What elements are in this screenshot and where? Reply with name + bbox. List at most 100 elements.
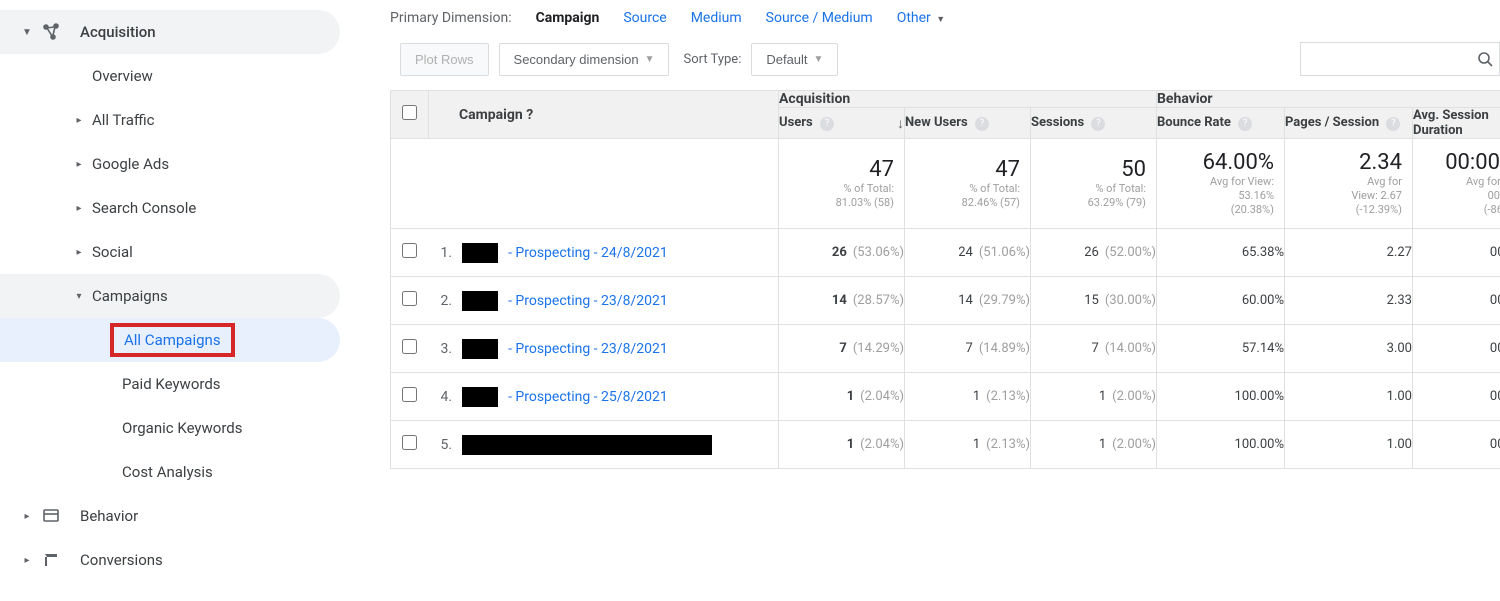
row-checkbox[interactable] [391, 277, 429, 325]
campaign-cell[interactable]: 2.- Prospecting - 23/8/2021 [429, 277, 779, 325]
metric-cell: 1(2.00%) [1031, 373, 1157, 421]
search-input[interactable] [1300, 42, 1500, 76]
caret-right-icon: ▸ [72, 203, 86, 214]
metric-cell: 24(51.06%) [905, 229, 1031, 277]
toolbar: Plot Rows Secondary dimension ▼ Sort Typ… [390, 42, 1500, 90]
campaign-cell[interactable]: 1. - Prospecting - 24/8/2021 [429, 229, 779, 277]
sidebar-item-cost-analysis[interactable]: Cost Analysis [0, 450, 370, 494]
metric-cell: 00:00:00 [1413, 421, 1500, 469]
sidebar-item-social[interactable]: ▸ Social [0, 230, 370, 274]
redacted-block [462, 387, 498, 407]
table-row: 1. - Prospecting - 24/8/2021 26(53.06%)24(… [391, 229, 1500, 277]
campaign-link[interactable]: - Prospecting - 23/8/2021 [508, 341, 668, 357]
sort-type-label: Sort Type: [683, 52, 741, 67]
campaigns-table: Campaign ? Acquisition Behavior Users ? … [390, 90, 1500, 469]
metric-cell: 57.14% [1157, 325, 1285, 373]
group-behavior: Behavior [1157, 91, 1500, 108]
metric-cell: 26(53.06%) [779, 229, 905, 277]
caret-down-icon: ▼ [645, 54, 655, 65]
primary-dimension-row: Primary Dimension: Campaign Source Mediu… [390, 10, 1500, 42]
metric-cell: 14(29.79%) [905, 277, 1031, 325]
dimension-source[interactable]: Source [623, 10, 666, 26]
search-icon [1477, 51, 1493, 67]
campaign-link[interactable]: - Prospecting - 24/8/2021 [508, 245, 668, 261]
metric-cell: 100.00% [1157, 421, 1285, 469]
help-icon[interactable]: ? [1091, 117, 1105, 131]
metric-cell: 1.00 [1285, 373, 1413, 421]
caret-right-icon: ▸ [72, 159, 86, 170]
metric-cell: 00:00:14 [1413, 325, 1500, 373]
behavior-icon [40, 505, 62, 527]
col-bounce-rate[interactable]: Bounce Rate ? [1157, 108, 1285, 139]
row-checkbox[interactable] [391, 229, 429, 277]
sidebar-item-overview[interactable]: Overview [0, 54, 370, 98]
plot-rows-button[interactable]: Plot Rows [400, 43, 489, 76]
metric-cell: 2.33 [1285, 277, 1413, 325]
col-campaign[interactable]: Campaign ? [429, 91, 779, 139]
caret-down-icon: ▾ [72, 291, 86, 302]
sidebar-item-behavior[interactable]: ▸ Behavior [0, 494, 370, 538]
redacted-block [462, 435, 712, 455]
col-users[interactable]: Users ? ↓ [779, 108, 905, 139]
metric-cell: 14(28.57%) [779, 277, 905, 325]
help-icon[interactable]: ? [1238, 117, 1252, 131]
sort-type-dropdown[interactable]: Default ▼ [751, 43, 838, 76]
redacted-block [462, 339, 498, 359]
main-panel: Primary Dimension: Campaign Source Mediu… [370, 0, 1500, 601]
campaign-cell[interactable]: 4.- Prospecting - 25/8/2021 [429, 373, 779, 421]
secondary-dimension-dropdown[interactable]: Secondary dimension ▼ [499, 43, 670, 76]
row-index: 5. [441, 437, 453, 453]
caret-right-icon: ▸ [72, 115, 86, 126]
metric-cell: 7(14.00%) [1031, 325, 1157, 373]
sidebar-item-google-ads[interactable]: ▸ Google Ads [0, 142, 370, 186]
metric-cell: 00:00:00 [1413, 373, 1500, 421]
sidebar-item-campaigns[interactable]: ▾ Campaigns [0, 274, 340, 318]
campaign-cell[interactable]: 3.- Prospecting - 23/8/2021 [429, 325, 779, 373]
metric-cell: 7(14.89%) [905, 325, 1031, 373]
col-new-users[interactable]: New Users ? [905, 108, 1031, 139]
row-index: 1. [441, 245, 453, 261]
dimension-medium[interactable]: Medium [691, 10, 742, 26]
sidebar-item-all-traffic[interactable]: ▸ All Traffic [0, 98, 370, 142]
caret-down-icon: ▼ [936, 15, 945, 25]
metric-cell: 1(2.04%) [779, 373, 905, 421]
col-sessions[interactable]: Sessions ? [1031, 108, 1157, 139]
metric-cell: 3.00 [1285, 325, 1413, 373]
help-icon[interactable]: ? [820, 117, 834, 131]
help-icon[interactable]: ? [1386, 117, 1400, 131]
campaign-link[interactable]: - Prospecting - 25/8/2021 [508, 389, 668, 405]
sort-desc-icon: ↓ [897, 115, 904, 132]
primary-dimension-label: Primary Dimension: [390, 10, 512, 26]
help-icon[interactable]: ? [526, 107, 533, 123]
help-icon[interactable]: ? [975, 117, 989, 131]
campaign-cell[interactable]: 5. [429, 421, 779, 469]
metric-cell: 1(2.13%) [905, 421, 1031, 469]
col-pages-session[interactable]: Pages / Session ? [1285, 108, 1413, 139]
dimension-other[interactable]: Other ▼ [897, 10, 946, 26]
sidebar-label: Acquisition [80, 23, 156, 41]
caret-right-icon: ▸ [72, 247, 86, 258]
row-checkbox[interactable] [391, 373, 429, 421]
redacted-block [462, 291, 498, 311]
select-all-checkbox[interactable] [391, 91, 429, 139]
dimension-source-medium[interactable]: Source / Medium [766, 10, 873, 26]
metric-cell: 1(2.13%) [905, 373, 1031, 421]
campaign-link[interactable]: - Prospecting - 23/8/2021 [508, 293, 668, 309]
sidebar-item-all-campaigns[interactable]: All Campaigns [0, 318, 340, 362]
row-checkbox[interactable] [391, 325, 429, 373]
metric-cell: 100.00% [1157, 373, 1285, 421]
metric-cell: 65.38% [1157, 229, 1285, 277]
sidebar-item-acquisition[interactable]: ▼ Acquisition [0, 10, 340, 54]
sidebar-item-search-console[interactable]: ▸ Search Console [0, 186, 370, 230]
sidebar-item-organic-keywords[interactable]: Organic Keywords [0, 406, 370, 450]
table-row: 2.- Prospecting - 23/8/202114(28.57%)14(… [391, 277, 1500, 325]
dimension-campaign[interactable]: Campaign [536, 10, 600, 26]
col-avg-duration[interactable]: Avg. Session Duration [1413, 108, 1500, 139]
metric-cell: 15(30.00%) [1031, 277, 1157, 325]
sidebar-item-paid-keywords[interactable]: Paid Keywords [0, 362, 370, 406]
metric-cell: 1.00 [1285, 421, 1413, 469]
sidebar-item-conversions[interactable]: ▸ Conversions [0, 538, 370, 582]
caret-right-icon: ▸ [20, 511, 34, 522]
table-row: 4.- Prospecting - 25/8/20211(2.04%)1(2.1… [391, 373, 1500, 421]
row-checkbox[interactable] [391, 421, 429, 469]
